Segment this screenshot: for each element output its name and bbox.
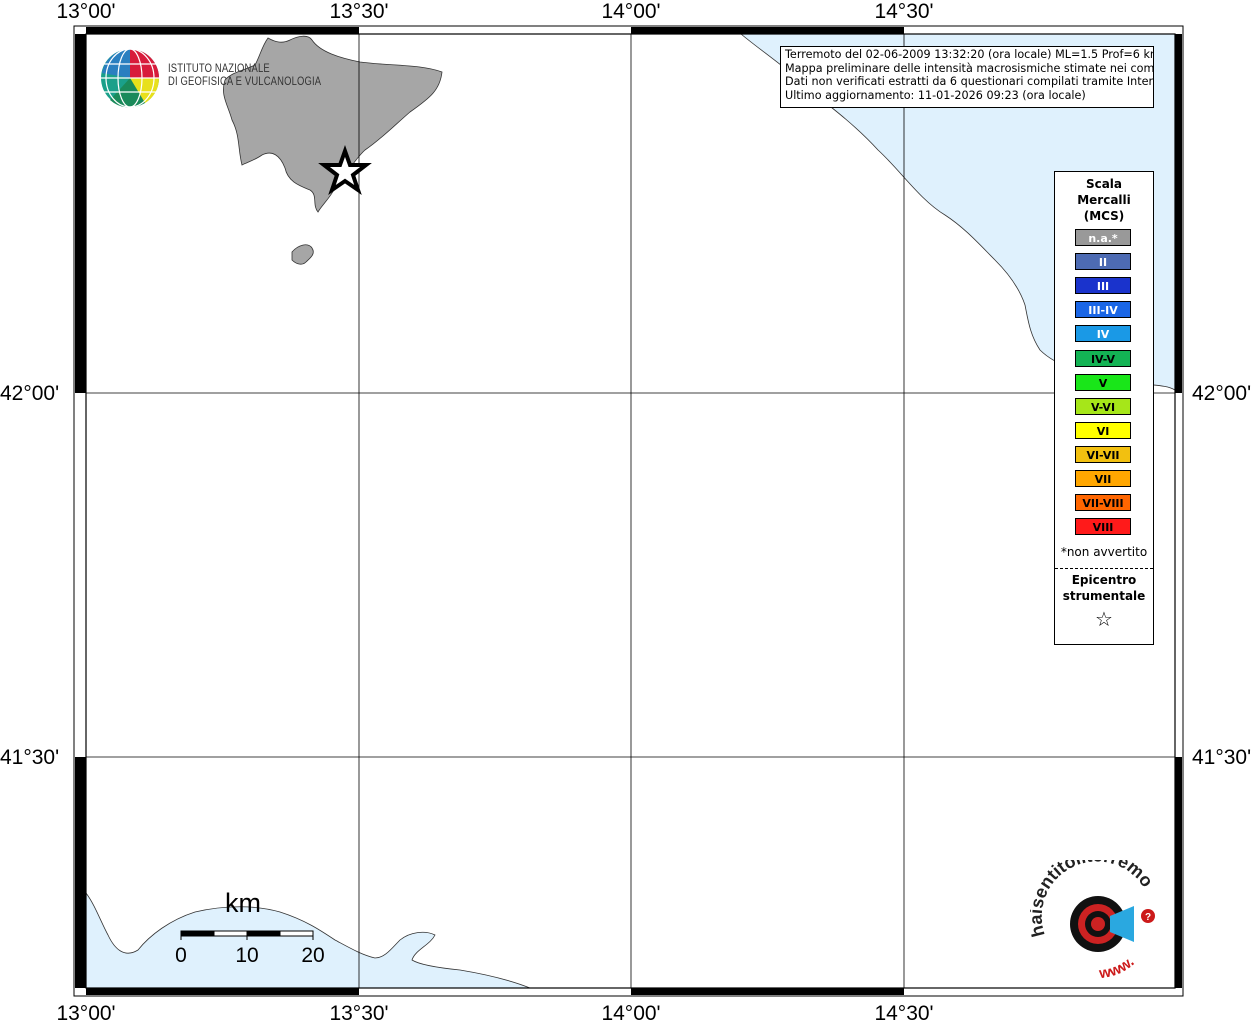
legend-star-icon: ☆ — [1095, 607, 1113, 631]
lon-label-bottom-1400: 14°00' — [601, 1002, 661, 1025]
legend-swatch: IV-V — [1075, 349, 1131, 367]
legend-swatch: II — [1075, 253, 1131, 271]
event-info-line1: Terremoto del 02-06-2009 13:32:20 (ora l… — [785, 48, 1154, 61]
legend-swatch: VI-VII — [1075, 445, 1131, 463]
lon-label-top-1330: 13°30' — [329, 0, 389, 23]
scale-label-20: 20 — [301, 944, 325, 967]
legend-swatch: VII-VIII — [1075, 494, 1131, 512]
ingv-name-line1: ISTITUTO NAZIONALE — [168, 63, 270, 75]
hst-logo-www: www. — [1097, 953, 1138, 980]
scale-label-0: 0 — [175, 944, 187, 967]
lon-label-top-1400: 14°00' — [601, 0, 661, 23]
legend-swatch: VIII — [1075, 518, 1131, 536]
lon-label-top-1300: 13°00' — [56, 0, 116, 23]
legend-title-line2: Mercalli — [1077, 193, 1131, 207]
legend-swatch: III-IV — [1075, 301, 1131, 319]
ingv-logo-text: ISTITUTO NAZIONALE DI GEOFISICA E VULCAN… — [168, 63, 321, 89]
legend-epicenter-label: Epicentro strumentale — [1055, 572, 1153, 604]
legend-title-line1: Scala — [1085, 177, 1123, 191]
legend-swatch: V — [1075, 373, 1131, 391]
legend-swatch: III — [1075, 277, 1131, 295]
lon-label-bottom-1430: 14°30' — [874, 1002, 934, 1025]
lat-label-right-4130: 41°30' — [1192, 746, 1252, 769]
legend-title-line3: (MCS) — [1083, 209, 1125, 223]
event-info-line4: Ultimo aggiornamento: 11-01-2026 09:23 (… — [785, 88, 1086, 102]
lat-label-right-4200: 42°00' — [1192, 382, 1252, 405]
legend-note: *non avvertito — [1060, 545, 1148, 559]
svg-text:?: ? — [1145, 912, 1151, 923]
lon-label-top-1430: 14°30' — [874, 0, 934, 23]
sea-bottom-left — [85, 891, 531, 989]
lat-label-left-4200: 42°00' — [0, 382, 60, 405]
haisentitoilterremoto-logo-icon[interactable]: haisentitoilterremoto.it www. ? — [1030, 860, 1170, 980]
event-info-box: Terremoto del 02-06-2009 13:32:20 (ora l… — [780, 46, 1154, 108]
legend-swatch: VI — [1075, 421, 1131, 439]
mcs-legend: Scala Mercalli (MCS) n.a.* II III III-IV IV I… — [1054, 171, 1154, 645]
event-info-line3: Dati non verificati estratti da 6 questi… — [785, 75, 1154, 89]
legend-swatch: n.a.* — [1075, 229, 1131, 246]
legend-epicenter-line1: Epicentro — [1071, 573, 1137, 587]
legend-swatch: VII — [1075, 470, 1131, 487]
legend-swatch: V-VI — [1075, 397, 1131, 415]
svg-text:www.: www. — [1097, 953, 1138, 980]
lon-label-bottom-1330: 13°30' — [329, 1002, 389, 1025]
legend-epicenter-line2: strumentale — [1062, 589, 1146, 603]
legend-swatch: IV — [1075, 325, 1131, 343]
scale-label-10: 10 — [235, 944, 259, 967]
land-small-island — [291, 244, 314, 265]
legend-separator — [1055, 568, 1153, 569]
lon-label-bottom-1300: 13°00' — [56, 1002, 116, 1025]
legend-title: Scala Mercalli (MCS) — [1055, 176, 1153, 224]
ingv-name-line2: DI GEOFISICA E VULCANOLOGIA — [168, 76, 322, 88]
lat-label-left-4130: 41°30' — [0, 746, 60, 769]
scale-unit: km — [225, 888, 261, 918]
event-info-line2: Mappa preliminare delle intensità macros… — [785, 61, 1154, 75]
